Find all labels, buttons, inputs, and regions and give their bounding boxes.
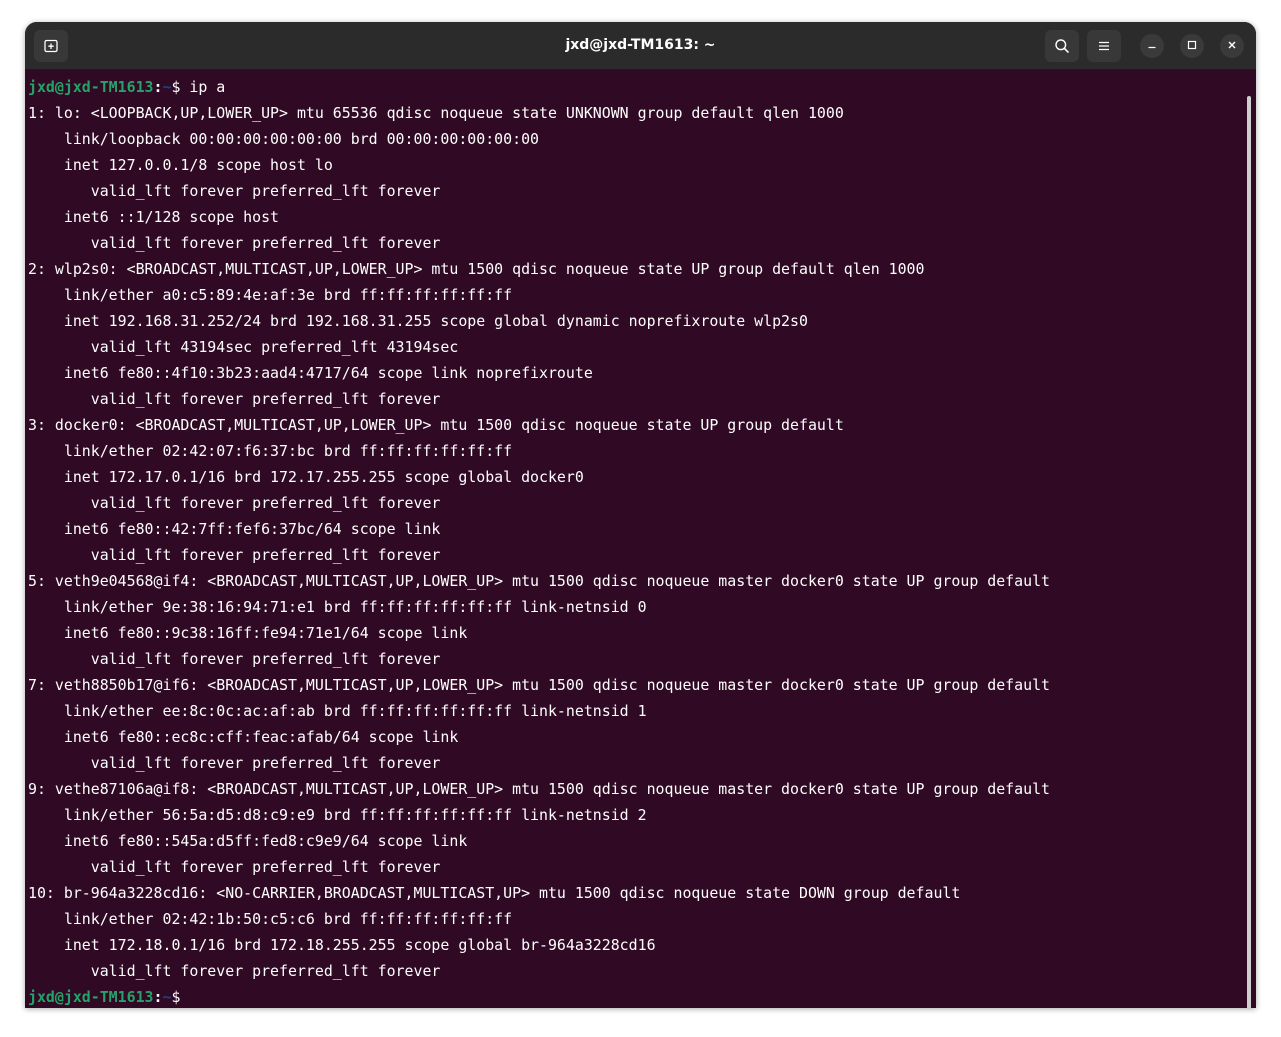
output-line: link/ether a0:c5:89:4e:af:3e brd ff:ff:f… (28, 286, 513, 304)
output-line: link/ether 02:42:07:f6:37:bc brd ff:ff:f… (28, 442, 513, 460)
prompt-dollar: $ (171, 988, 181, 1006)
output-line: valid_lft forever preferred_lft forever (28, 182, 441, 200)
output-line: inet6 fe80::9c38:16ff:fe94:71e1/64 scope… (28, 624, 468, 642)
output-line: 3: docker0: <BROADCAST,MULTICAST,UP,LOWE… (28, 416, 844, 434)
close-icon (1227, 37, 1237, 55)
output-line: inet 172.18.0.1/16 brd 172.18.255.255 sc… (28, 936, 656, 954)
output-line: 2: wlp2s0: <BROADCAST,MULTICAST,UP,LOWER… (28, 260, 925, 278)
output-line: inet6 fe80::42:7ff:fef6:37bc/64 scope li… (28, 520, 441, 538)
output-line: valid_lft forever preferred_lft forever (28, 546, 441, 564)
output-line: valid_lft 43194sec preferred_lft 43194se… (28, 338, 459, 356)
output-line: inet 127.0.0.1/8 scope host lo (28, 156, 333, 174)
maximize-button[interactable] (1180, 34, 1204, 58)
output-line: link/ether 56:5a:d5:d8:c9:e9 brd ff:ff:f… (28, 806, 647, 824)
output-line: inet6 fe80::ec8c:cff:feac:afab/64 scope … (28, 728, 459, 746)
search-icon (1054, 38, 1070, 54)
output-line: valid_lft forever preferred_lft forever (28, 494, 441, 512)
terminal-output-area[interactable]: jxd@jxd-TM1613:~$ ip a 1: lo: <LOOPBACK,… (25, 70, 1241, 1008)
terminal-window: jxd@jxd-TM1613: ~ jxd@jxd-TM1613:~$ ip a… (25, 22, 1256, 1008)
command-line: jxd@jxd-TM1613:~$ (28, 984, 1050, 1008)
minimize-icon (1147, 37, 1157, 55)
terminal-lines: jxd@jxd-TM1613:~$ ip a 1: lo: <LOOPBACK,… (28, 74, 1050, 1008)
minimize-button[interactable] (1140, 34, 1164, 58)
output-line: 9: vethe87106a@if8: <BROADCAST,MULTICAST… (28, 780, 1051, 798)
prompt-user-host: jxd@jxd-TM1613 (28, 988, 154, 1006)
command-line: jxd@jxd-TM1613:~$ ip a (28, 74, 1050, 100)
output-line: valid_lft forever preferred_lft forever (28, 234, 441, 252)
output-line: valid_lft forever preferred_lft forever (28, 962, 441, 980)
output-line: inet6 fe80::4f10:3b23:aad4:4717/64 scope… (28, 364, 593, 382)
output-line: 7: veth8850b17@if6: <BROADCAST,MULTICAST… (28, 676, 1051, 694)
output-line: inet 172.17.0.1/16 brd 172.17.255.255 sc… (28, 468, 584, 486)
output-line: 1: lo: <LOOPBACK,UP,LOWER_UP> mtu 65536 … (28, 104, 844, 122)
output-line: valid_lft forever preferred_lft forever (28, 754, 441, 772)
menu-button[interactable] (1087, 30, 1121, 62)
scrollbar[interactable] (1247, 96, 1251, 1008)
output-line: valid_lft forever preferred_lft forever (28, 858, 441, 876)
output-line: inet6 fe80::545a:d5ff:fed8:c9e9/64 scope… (28, 832, 468, 850)
maximize-icon (1187, 37, 1197, 55)
output-line: 5: veth9e04568@if4: <BROADCAST,MULTICAST… (28, 572, 1051, 590)
output-line: 10: br-964a3228cd16: <NO-CARRIER,BROADCA… (28, 884, 961, 902)
output-line: inet6 ::1/128 scope host (28, 208, 280, 226)
output-line: link/ether 02:42:1b:50:c5:c6 brd ff:ff:f… (28, 910, 513, 928)
titlebar[interactable]: jxd@jxd-TM1613: ~ (25, 22, 1256, 70)
output-line: link/ether ee:8c:0c:ac:af:ab brd ff:ff:f… (28, 702, 647, 720)
output-line: link/ether 9e:38:16:94:71:e1 brd ff:ff:f… (28, 598, 647, 616)
output-line: valid_lft forever preferred_lft forever (28, 390, 441, 408)
hamburger-menu-icon (1096, 38, 1112, 54)
output-line: valid_lft forever preferred_lft forever (28, 650, 441, 668)
search-button[interactable] (1045, 30, 1079, 62)
output-line: inet 192.168.31.252/24 brd 192.168.31.25… (28, 312, 808, 330)
close-button[interactable] (1220, 34, 1244, 58)
output-line: link/loopback 00:00:00:00:00:00 brd 00:0… (28, 130, 540, 148)
prompt-user-host: jxd@jxd-TM1613 (28, 78, 154, 96)
command-text: ip a (180, 78, 226, 96)
